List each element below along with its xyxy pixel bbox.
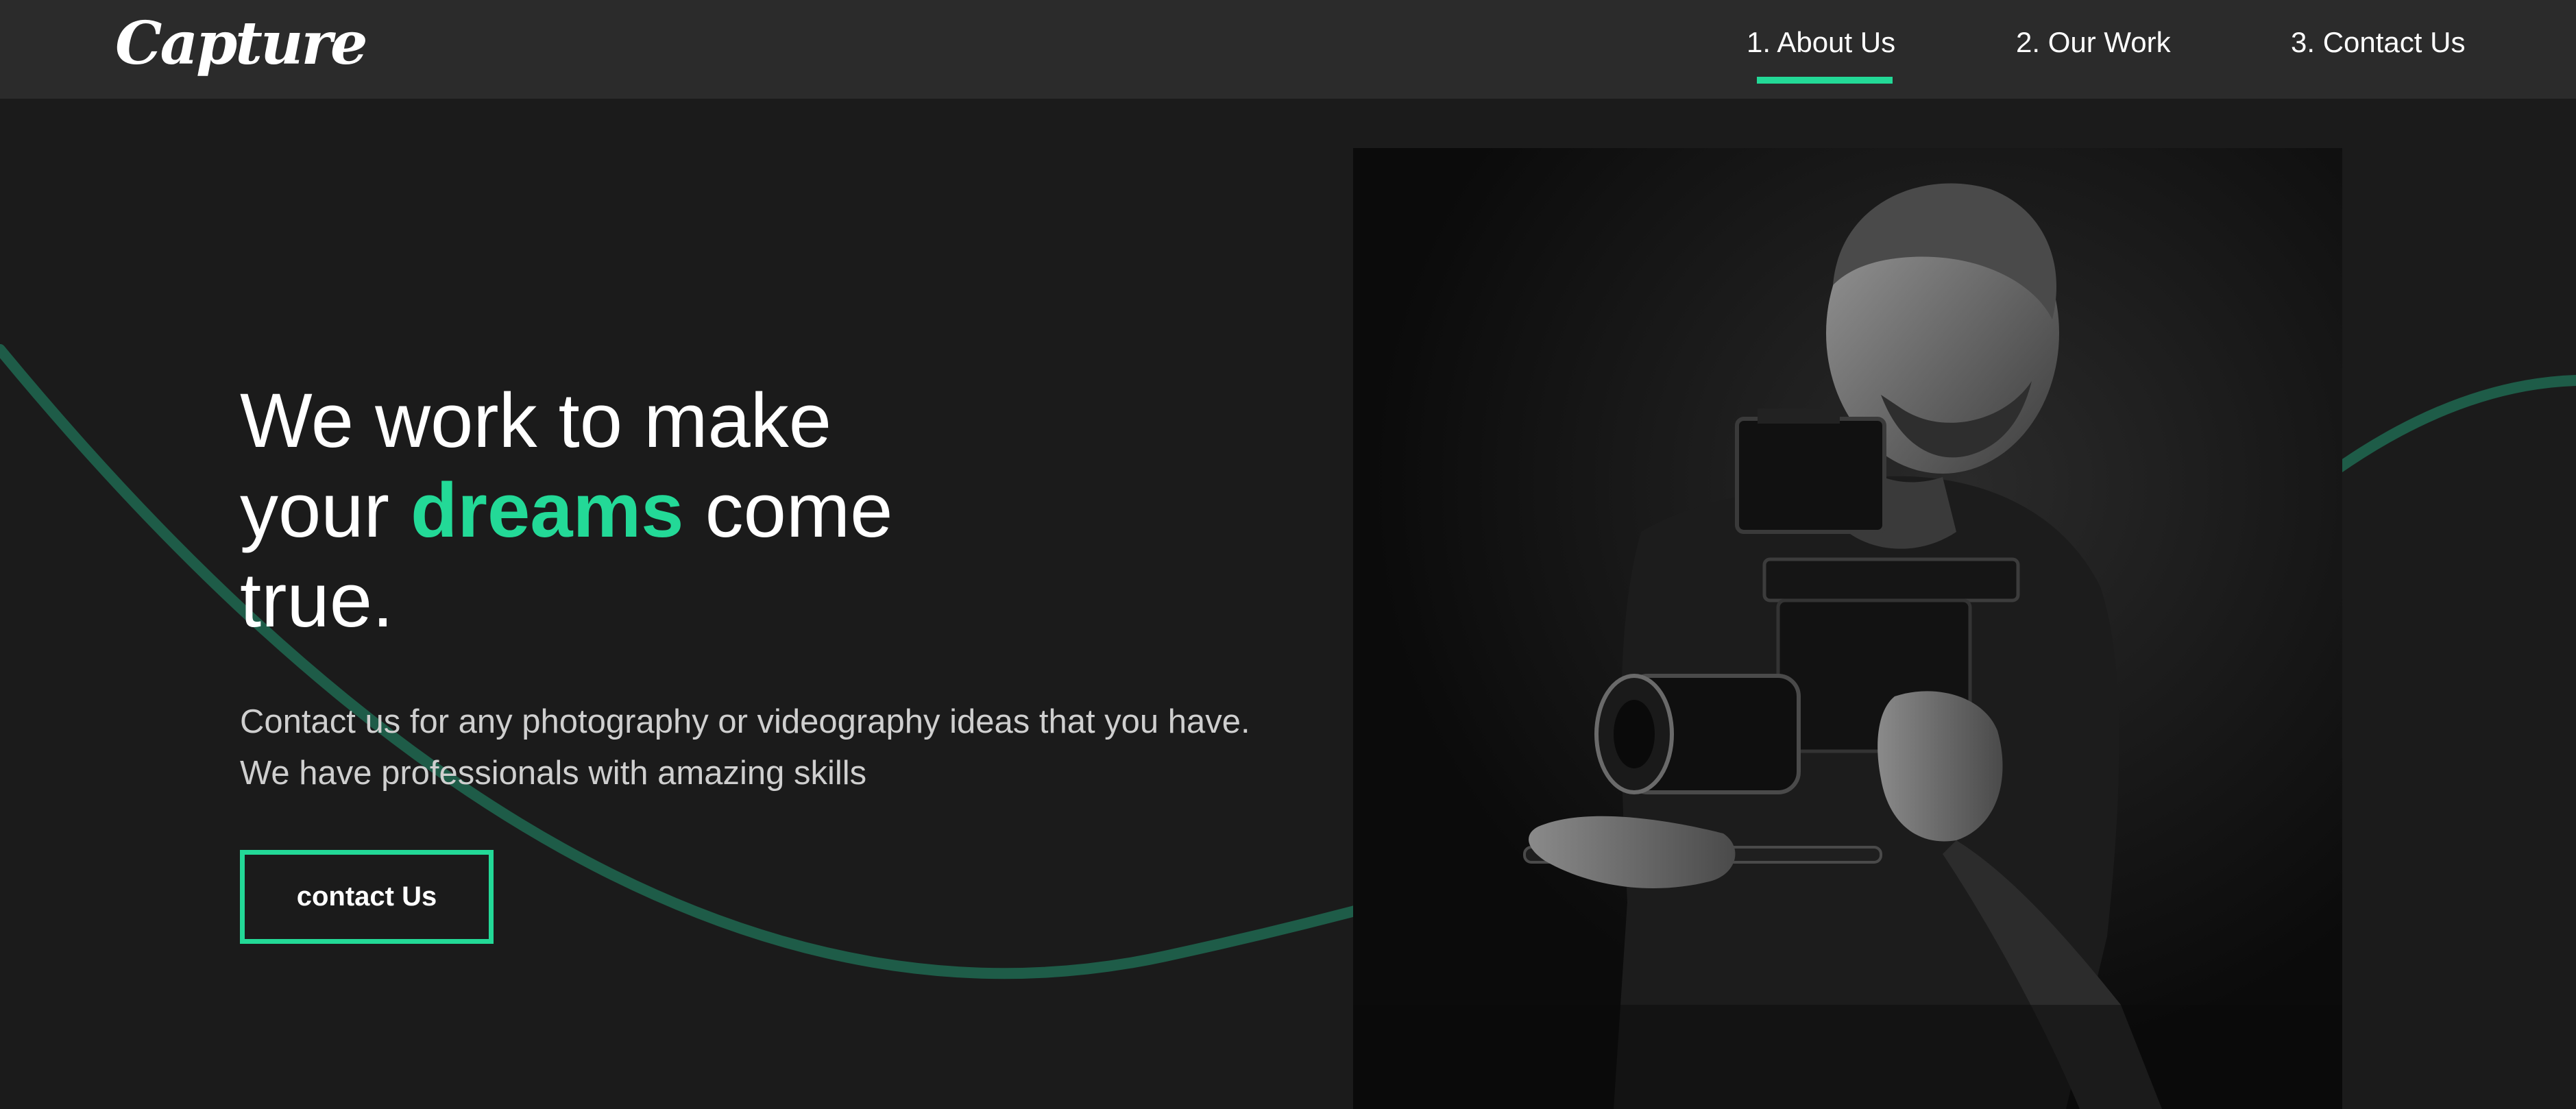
headline-line-2-start: your	[240, 467, 411, 553]
headline-line-1: We work to make	[240, 378, 832, 463]
headline-line-2: your dreams come	[240, 465, 1131, 555]
headline-highlight-dreams: dreams	[411, 467, 684, 553]
camera-rig-cage	[1762, 557, 2020, 602]
headline-line-2-end: come	[683, 467, 893, 553]
contact-us-button[interactable]: contact Us	[240, 850, 494, 944]
camera-monitor	[1735, 417, 1886, 534]
hero-headline: We work to make your dreams come true.	[240, 376, 1131, 645]
hero-photo-cameraman	[1353, 148, 2342, 1109]
hero-description: Contact us for any photography or videog…	[240, 703, 1250, 792]
cameraman-illustration	[1353, 148, 2342, 1109]
headline-line-3: true.	[240, 557, 394, 643]
